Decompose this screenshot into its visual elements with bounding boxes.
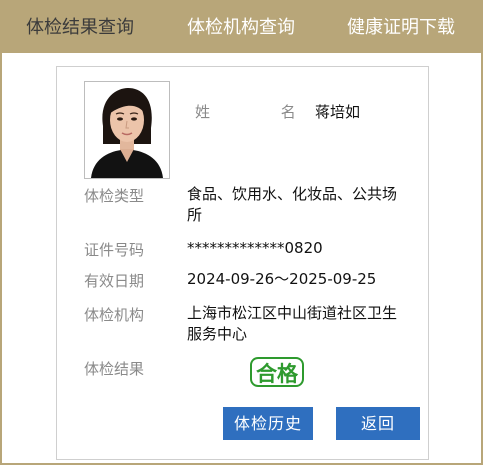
exam-institution-value: 上海市松江区中山街道社区卫生服务中心 (187, 304, 398, 343)
app-frame: 体检结果查询 体检机构查询 健康证明下载 姓 名 蒋培如 体检类型 食品、饮用水… (0, 0, 483, 465)
exam-type-value: 食品、饮用水、化妆品、公共场所 (187, 185, 398, 224)
tab-exam-result-query[interactable]: 体检结果查询 (26, 0, 134, 53)
portrait-photo (84, 81, 170, 179)
exam-history-button[interactable]: 体检历史 (223, 407, 313, 440)
name-value: 蒋培如 (315, 103, 361, 121)
exam-result-badge: 合格 (250, 357, 304, 387)
back-button[interactable]: 返回 (336, 407, 420, 440)
valid-date-label: 有效日期 (84, 272, 145, 290)
exam-result-card: 姓 名 蒋培如 体检类型 食品、饮用水、化妆品、公共场所 证件号码 ******… (56, 66, 429, 460)
tab-bar: 体检结果查询 体检机构查询 健康证明下载 (2, 0, 483, 53)
name-label: 姓 名 (195, 103, 329, 121)
tab-health-certificate-download[interactable]: 健康证明下载 (347, 0, 455, 53)
exam-institution-label: 体检机构 (84, 306, 145, 324)
exam-result-label: 体检结果 (84, 360, 145, 378)
portrait-image (85, 82, 169, 178)
tab-exam-institution-query[interactable]: 体检机构查询 (187, 0, 295, 53)
id-number-value: *************0820 (187, 239, 323, 257)
exam-type-label: 体检类型 (84, 187, 145, 205)
id-number-label: 证件号码 (84, 241, 145, 259)
valid-date-value: 2024-09-26～2025-09-25 (187, 270, 377, 288)
